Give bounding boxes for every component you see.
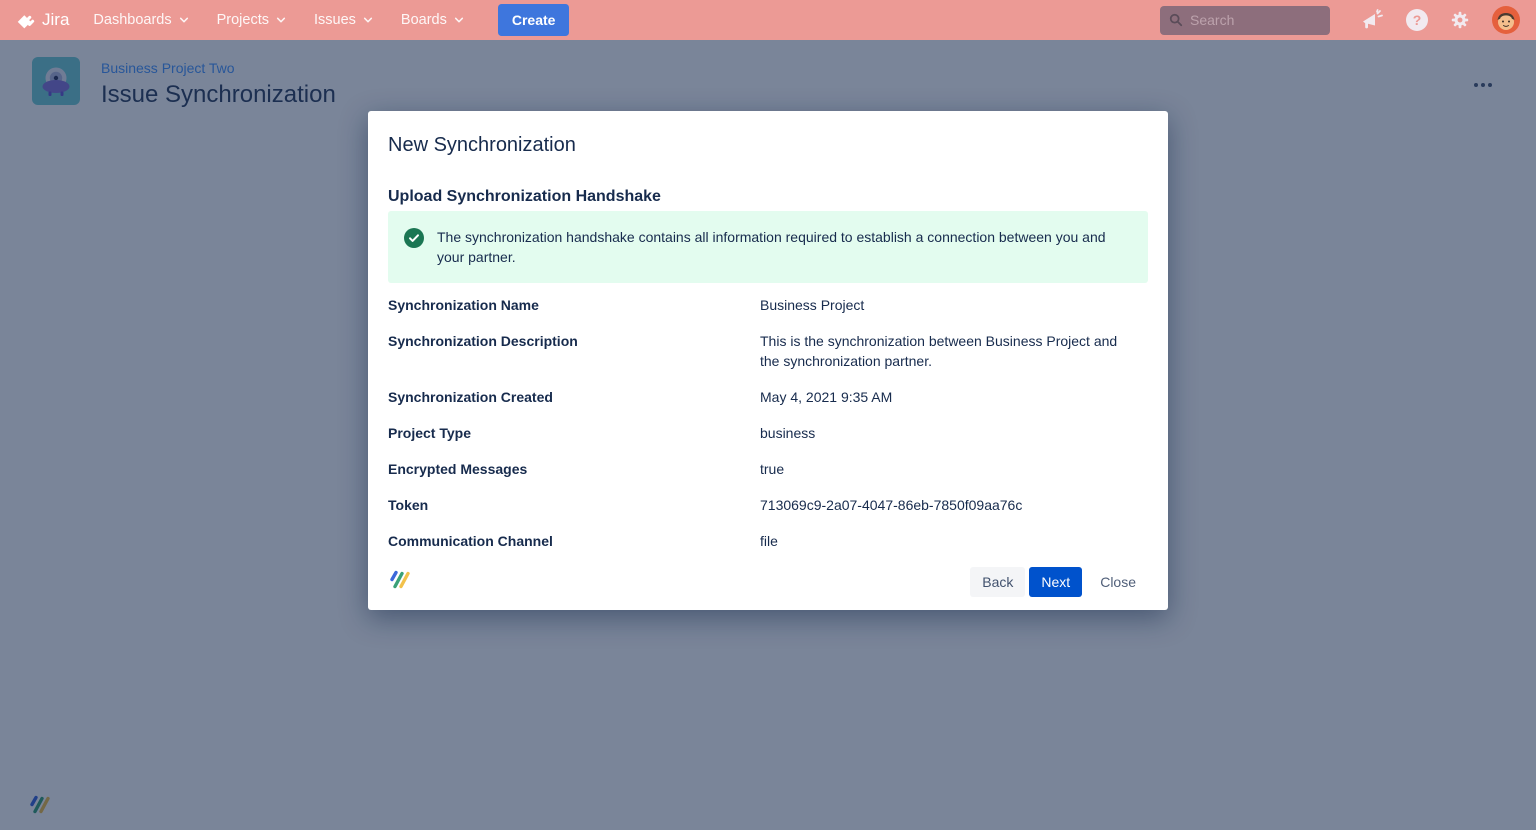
dialog-footer: Back Next Close bbox=[388, 567, 1148, 597]
field-value: business bbox=[760, 423, 1148, 443]
chevron-down-icon bbox=[454, 15, 464, 25]
field-row-synchronization-name: Synchronization Name Business Project bbox=[388, 295, 1148, 315]
search-icon bbox=[1169, 13, 1183, 27]
jira-app-window: Jira Dashboards Projects Issues Boards bbox=[0, 0, 1536, 830]
backbone-sync-logo bbox=[388, 569, 410, 595]
chevron-down-icon bbox=[179, 15, 189, 25]
jira-brand-text: Jira bbox=[42, 10, 69, 30]
top-navbar: Jira Dashboards Projects Issues Boards bbox=[0, 0, 1536, 40]
success-message-text: The synchronization handshake contains a… bbox=[437, 227, 1113, 267]
field-row-synchronization-created: Synchronization Created May 4, 2021 9:35… bbox=[388, 387, 1148, 407]
user-avatar bbox=[1492, 6, 1520, 34]
field-label: Synchronization Created bbox=[388, 387, 760, 407]
next-button[interactable]: Next bbox=[1029, 567, 1082, 597]
success-message-box: The synchronization handshake contains a… bbox=[388, 211, 1148, 283]
nav-item-projects[interactable]: Projects bbox=[217, 12, 286, 28]
jira-logo-icon bbox=[16, 10, 37, 31]
gear-icon bbox=[1449, 9, 1471, 31]
field-value: true bbox=[760, 459, 1148, 479]
chevron-down-icon bbox=[276, 15, 286, 25]
field-label: Synchronization Name bbox=[388, 295, 760, 315]
search-input[interactable] bbox=[1190, 12, 1321, 28]
field-label: Project Type bbox=[388, 423, 760, 443]
field-row-token: Token 713069c9-2a07-4047-86eb-7850f09aa7… bbox=[388, 495, 1148, 515]
profile-button[interactable] bbox=[1492, 6, 1520, 34]
settings-button[interactable] bbox=[1449, 9, 1471, 31]
navbar-right-group: ? bbox=[1160, 6, 1520, 35]
dialog-buttons: Back Next Close bbox=[970, 567, 1148, 597]
megaphone-icon bbox=[1361, 9, 1385, 31]
synchronization-summary: Synchronization Name Business Project Sy… bbox=[388, 295, 1148, 551]
dialog-step-title: Upload Synchronization Handshake bbox=[388, 187, 1148, 207]
nav-item-dashboards[interactable]: Dashboards bbox=[93, 12, 188, 28]
field-label: Synchronization Description bbox=[388, 331, 760, 371]
close-button[interactable]: Close bbox=[1088, 567, 1148, 597]
new-synchronization-dialog: New Synchronization Upload Synchronizati… bbox=[368, 111, 1168, 610]
search-box bbox=[1160, 6, 1330, 35]
nav-item-issues[interactable]: Issues bbox=[314, 12, 373, 28]
back-button[interactable]: Back bbox=[970, 567, 1025, 597]
field-value: May 4, 2021 9:35 AM bbox=[760, 387, 1148, 407]
chevron-down-icon bbox=[363, 15, 373, 25]
field-row-project-type: Project Type business bbox=[388, 423, 1148, 443]
field-label: Encrypted Messages bbox=[388, 459, 760, 479]
nav-item-boards[interactable]: Boards bbox=[401, 12, 464, 28]
create-button[interactable]: Create bbox=[498, 4, 570, 36]
field-value: 713069c9-2a07-4047-86eb-7850f09aa76c bbox=[760, 495, 1148, 515]
field-value: This is the synchronization between Busi… bbox=[760, 331, 1120, 371]
field-row-synchronization-description: Synchronization Description This is the … bbox=[388, 331, 1148, 371]
jira-home-link[interactable]: Jira bbox=[16, 10, 69, 31]
field-label: Communication Channel bbox=[388, 531, 760, 551]
field-row-communication-channel: Communication Channel file bbox=[388, 531, 1148, 551]
field-value: Business Project bbox=[760, 295, 1148, 315]
check-circle-icon bbox=[404, 228, 424, 248]
help-button[interactable]: ? bbox=[1406, 9, 1428, 31]
feedback-button[interactable] bbox=[1361, 9, 1385, 31]
help-icon: ? bbox=[1406, 9, 1428, 31]
field-value: file bbox=[760, 531, 1148, 551]
field-label: Token bbox=[388, 495, 760, 515]
field-row-encrypted-messages: Encrypted Messages true bbox=[388, 459, 1148, 479]
dialog-title: New Synchronization bbox=[388, 111, 1148, 157]
